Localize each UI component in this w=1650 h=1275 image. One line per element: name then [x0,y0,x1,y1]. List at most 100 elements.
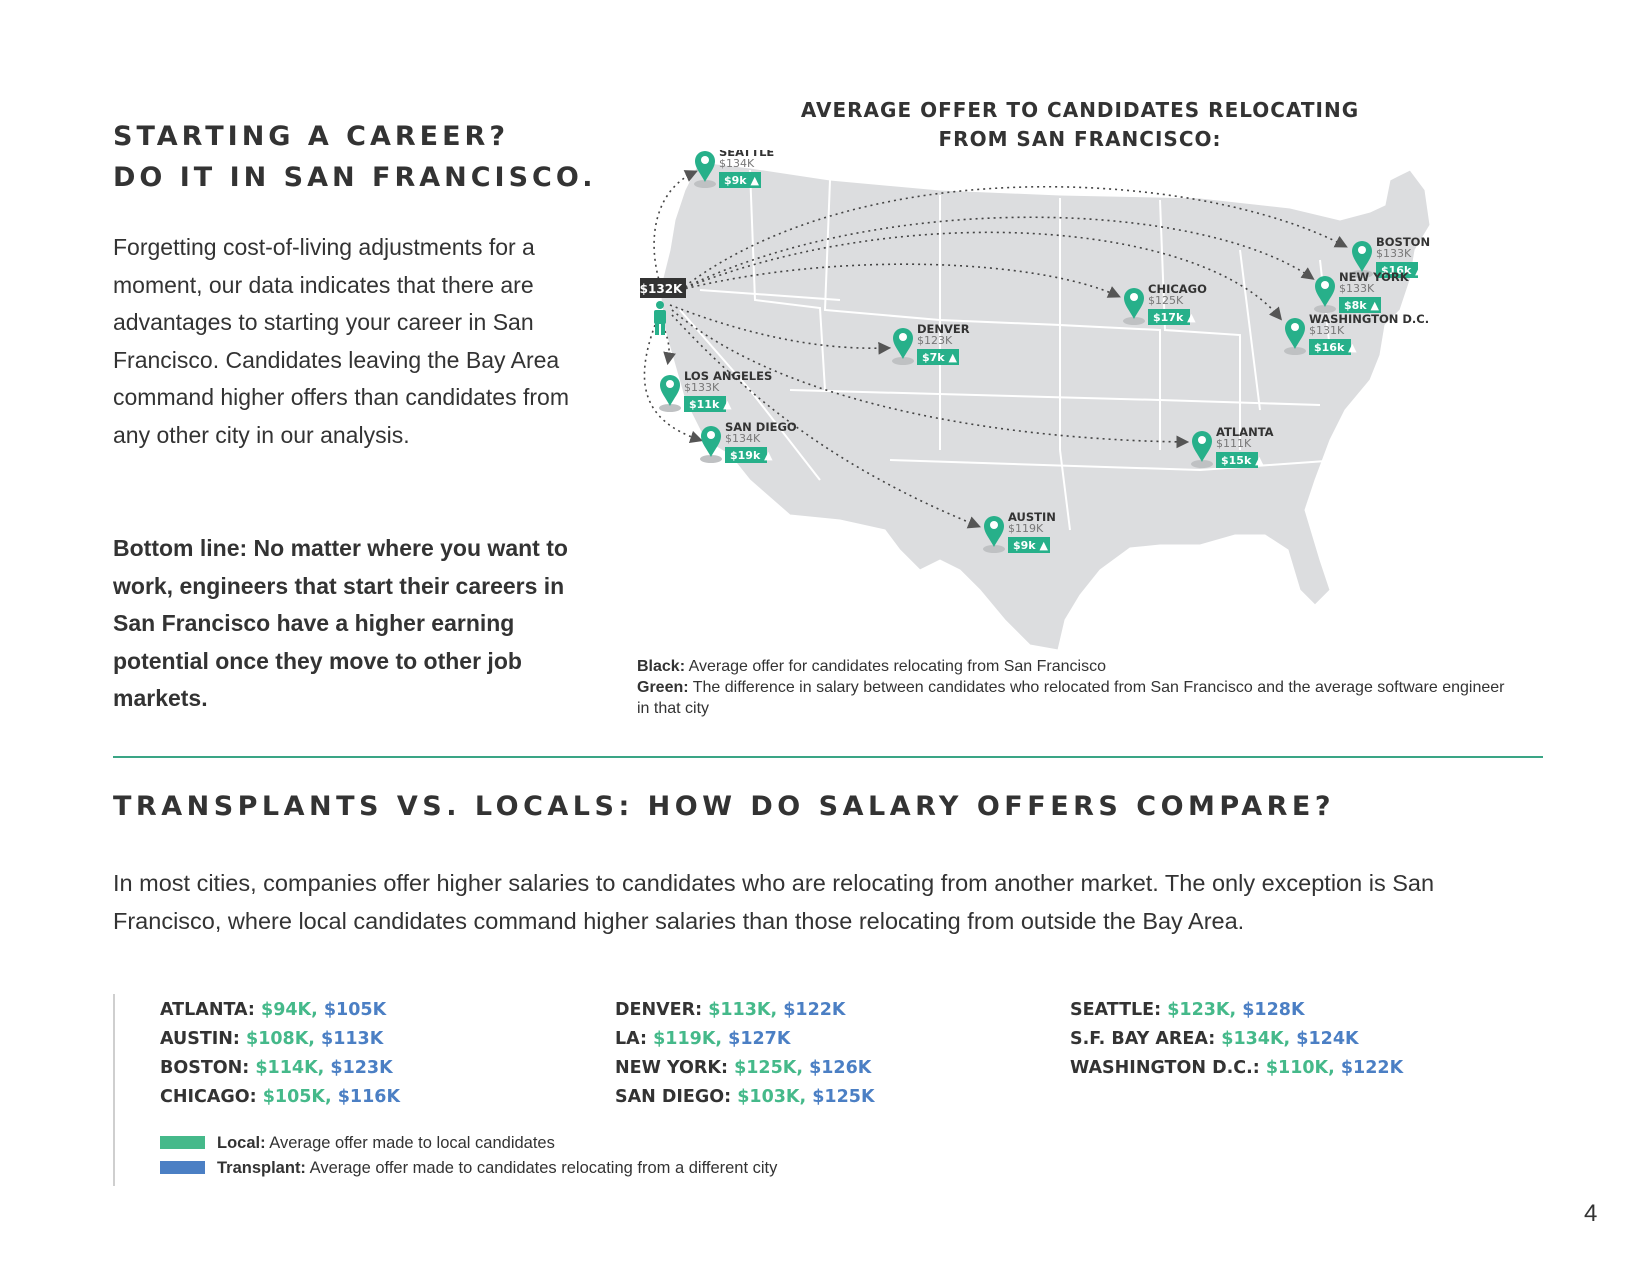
legend-local-text: Average offer made to local candidates [269,1134,555,1152]
map-legend-green-label: Green: [637,679,689,696]
salary-transplant-value: $127K [728,1029,791,1049]
salary-row: BOSTON: $114K, $123K [160,1058,400,1087]
pin-city-offer: $134K [719,157,755,170]
pin-city-diff: $9k ▲ [724,174,759,187]
pin-city-offer: $131K [1309,324,1345,337]
salary-local-value: $114K, [255,1058,331,1078]
salary-city-name: S.F. BAY AREA: [1070,1029,1222,1049]
salary-city-name: SAN DIEGO: [615,1087,738,1107]
us-landmass [659,161,1431,650]
map-legend-black-label: Black: [637,658,686,675]
pin-city-offer: $123K [917,334,953,347]
salary-row: S.F. BAY AREA: $134K, $124K [1070,1029,1403,1058]
pin-center [1291,323,1299,331]
salary-local-value: $94K, [261,1000,324,1020]
legend-transplant-label: Transplant: [217,1159,306,1177]
map-legend-black-text: Average offer for candidates relocating … [688,658,1106,675]
career-title-line1: STARTING A CAREER? [113,121,509,152]
salary-city-name: DENVER: [615,1000,709,1020]
legend-transplant: Transplant: Average offer made to candid… [160,1159,777,1178]
career-bottom-line: Bottom line: No matter where you want to… [113,535,568,711]
map-legend-green-text: The difference in salary between candida… [637,679,1505,717]
map-pin-icon [660,375,680,406]
salary-transplant-value: $105K [323,1000,387,1020]
pin-city-diff: $8k ▲ [1344,299,1379,312]
compare-section-title: TRANSPLANTS VS. LOCALS: HOW DO SALARY OF… [113,791,1336,822]
pin-city-diff: $9k ▲ [1013,539,1048,552]
career-body-paragraph: Forgetting cost-of-living adjustments fo… [113,234,569,448]
salary-column-3: SEATTLE: $123K, $128K S.F. BAY AREA: $134… [1070,1000,1403,1087]
local-swatch [160,1136,205,1149]
salary-transplant-value: $113K [321,1029,384,1049]
legend-local: Local: Average offer made to local candi… [160,1134,555,1153]
pin-center [1321,281,1329,289]
salary-row: WASHINGTON D.C.: $110K, $122K [1070,1058,1403,1087]
legend-transplant-text: Average offer made to candidates relocat… [309,1159,778,1177]
salary-transplant-value: $124K [1296,1029,1359,1049]
pin-center [899,333,907,341]
section-divider [113,756,1543,758]
pin-center [1198,436,1206,444]
pin-center [707,431,715,439]
compare-body-paragraph: In most cities, companies offer higher s… [113,870,1435,934]
salary-row: SAN DIEGO: $103K, $125K [615,1087,875,1116]
salary-city-name: ATLANTA: [160,1000,262,1020]
pin-city-diff: $7k ▲ [922,351,957,364]
pin-city-offer: $133K [1339,282,1375,295]
map-title: AVERAGE OFFER TO CANDIDATES RELOCATING F… [740,96,1420,154]
salary-local-value: $119K, [653,1029,729,1049]
pin-city-diff: $17k ▲ [1153,311,1196,324]
salary-city-name: NEW YORK: [615,1058,735,1078]
salary-city-name: CHICAGO: [160,1087,263,1107]
map-legend-black: Black: Average offer for candidates relo… [637,656,1517,677]
map-legend-green: Green: The difference in salary between … [637,677,1517,719]
pin-center [666,380,674,388]
salary-local-value: $125K, [734,1058,810,1078]
salary-local-value: $110K, [1265,1058,1341,1078]
map-legend: Black: Average offer for candidates relo… [637,656,1517,719]
us-relocation-map: $132K SEATTLE$134K$9k ▲BOSTON$133K$16k ▲… [640,150,1431,650]
salary-comparison-list: ATLANTA: $94K, $105K AUSTIN: $108K, $113K… [113,994,1415,1186]
pin-city-offer: $125K [1148,294,1184,307]
salary-row: AUSTIN: $108K, $113K [160,1029,400,1058]
pin-city-diff: $19k ▲ [730,449,773,462]
salary-city-name: AUSTIN: [160,1029,247,1049]
salary-column-2: DENVER: $113K, $122K LA: $119K, $127K NEW … [615,1000,875,1116]
salary-local-value: $105K, [262,1087,338,1107]
career-section-title: STARTING A CAREER? DO IT IN SAN FRANCISC… [113,116,596,198]
salary-transplant-value: $126K [809,1058,872,1078]
legend-local-label: Local: [217,1134,266,1152]
salary-row: CHICAGO: $105K, $116K [160,1087,400,1116]
pin-city-diff: $16k ▲ [1314,341,1357,354]
origin-label: $132K [640,282,683,296]
career-title-line2: DO IT IN SAN FRANCISCO. [113,162,597,193]
salary-row: ATLANTA: $94K, $105K [160,1000,400,1029]
salary-local-value: $123K, [1167,1000,1243,1020]
pin-center [1358,246,1366,254]
map-title-line1: AVERAGE OFFER TO CANDIDATES RELOCATING [800,98,1360,122]
salary-local-value: $113K, [708,1000,784,1020]
pin-center [701,156,709,164]
salary-local-value: $108K, [246,1029,322,1049]
salary-row: SEATTLE: $123K, $128K [1070,1000,1403,1029]
salary-city-name: SEATTLE: [1070,1000,1168,1020]
salary-transplant-value: $123K [330,1058,393,1078]
pin-city-offer: $134K [725,432,761,445]
pin-city-diff: $15k ▲ [1221,454,1264,467]
salary-row: NEW YORK: $125K, $126K [615,1058,875,1087]
transplant-swatch [160,1161,205,1174]
salary-row: DENVER: $113K, $122K [615,1000,875,1029]
pin-center [1130,293,1138,301]
pin-city-offer: $111K [1216,437,1252,450]
map-pin-icon [701,426,721,457]
pin-city-diff: $11k ▲ [689,398,732,411]
salary-city-name: WASHINGTON D.C.: [1070,1058,1266,1078]
salary-column-1: ATLANTA: $94K, $105K AUSTIN: $108K, $113K… [160,1000,400,1116]
salary-local-value: $134K, [1221,1029,1297,1049]
salary-transplant-value: $116K [337,1087,401,1107]
pin-city-offer: $119K [1008,522,1044,535]
pin-city-offer: $133K [684,381,720,394]
salary-transplant-value: $122K [1340,1058,1404,1078]
salary-city-name: LA: [615,1029,654,1049]
salary-transplant-value: $128K [1242,1000,1305,1020]
